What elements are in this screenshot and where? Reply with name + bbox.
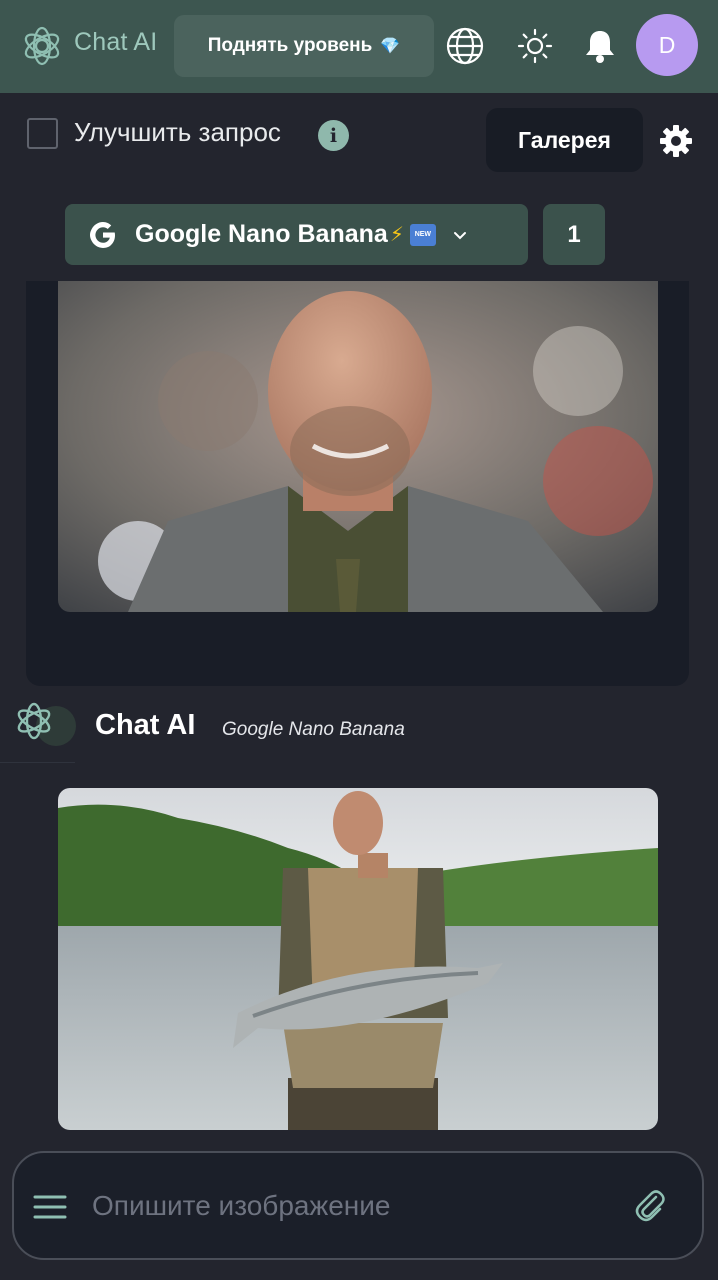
diamond-icon: 💎: [380, 38, 401, 55]
generated-image-fisher[interactable]: [58, 788, 658, 1130]
new-badge: NEW: [409, 223, 436, 246]
sun-icon[interactable]: [515, 26, 555, 66]
generated-image-portrait[interactable]: [58, 281, 658, 612]
prompt-input[interactable]: [92, 1184, 612, 1228]
top-header: Chat AI Поднять уровень 💎 D: [0, 0, 718, 93]
google-g-icon: [90, 221, 115, 248]
gallery-button[interactable]: Галерея: [486, 108, 643, 172]
divider: [0, 762, 75, 763]
lightning-icon: ⚡: [389, 224, 404, 246]
improve-prompt-checkbox[interactable]: [27, 118, 58, 149]
image-count-button[interactable]: 1: [543, 204, 605, 265]
assistant-avatar-icon: [17, 702, 76, 746]
hamburger-menu-icon[interactable]: [33, 1193, 67, 1221]
model-name: Google Nano Banana: [135, 220, 388, 248]
chat-ai-logo-icon[interactable]: [20, 24, 64, 68]
user-avatar[interactable]: D: [636, 14, 698, 76]
settings-gear-icon[interactable]: [658, 123, 694, 159]
model-selector[interactable]: Google Nano Banana ⚡ NEW: [65, 204, 528, 265]
paperclip-icon[interactable]: [632, 1188, 668, 1224]
bell-icon[interactable]: [580, 26, 620, 66]
globe-icon[interactable]: [445, 26, 485, 66]
upgrade-button[interactable]: Поднять уровень 💎: [174, 15, 434, 77]
brand-name: Chat AI: [74, 28, 158, 56]
assistant-name: Chat AI: [95, 709, 196, 741]
improve-prompt-label[interactable]: Улучшить запрос: [74, 117, 281, 148]
upgrade-label: Поднять уровень: [207, 35, 373, 56]
assistant-model-name: Google Nano Banana: [222, 719, 405, 740]
chevron-down-icon: [453, 231, 466, 239]
info-icon[interactable]: i: [318, 120, 349, 151]
chat-ai-app: Chat AI Поднять уровень 💎 D Улучшить зап…: [0, 0, 718, 1280]
